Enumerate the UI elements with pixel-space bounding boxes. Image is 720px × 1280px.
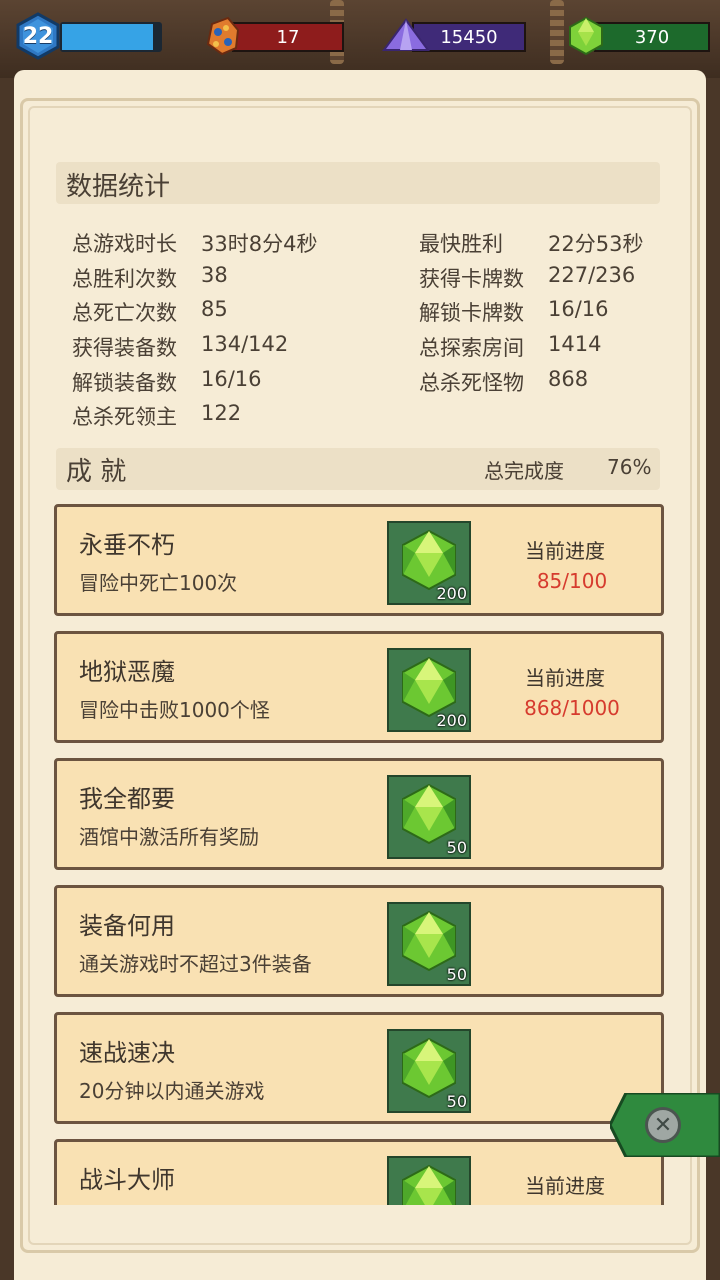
reward-amount: 50 xyxy=(446,1092,467,1111)
reward-amount: 50 xyxy=(446,965,467,984)
progress-label: 当前进度 xyxy=(525,666,605,690)
reward-box: 50 xyxy=(387,902,471,986)
reward-box: 50 xyxy=(387,775,471,859)
green-gem-icon xyxy=(402,783,456,845)
stat-label: 解锁装备数 xyxy=(72,371,177,395)
achievement-card[interactable]: 永垂不朽冒险中死亡100次 200 当前进度 85/100 xyxy=(54,504,664,616)
achievement-desc: 通关游戏时不超过3件装备 xyxy=(79,952,312,976)
reward-box: 200 xyxy=(387,648,471,732)
achievement-card[interactable]: 地狱恶魔冒险中击败1000个怪 200 当前进度 868/1000 xyxy=(54,631,664,743)
stat-label: 总探索房间 xyxy=(419,336,524,360)
crystal-count: 15450 xyxy=(440,26,498,48)
achievement-desc: 冒险中死亡100次 xyxy=(79,571,238,595)
progress-label: 当前进度 xyxy=(525,539,605,563)
gem-counter: 370 xyxy=(594,22,710,52)
stat-label: 获得卡牌数 xyxy=(419,267,524,291)
achievement-title: 战斗大师 xyxy=(79,1166,175,1194)
achievements-header-bar xyxy=(56,448,660,490)
reward-amount: 200 xyxy=(436,711,467,730)
completion-label: 总完成度 xyxy=(484,459,564,483)
achievement-desc: 冒险中击败1000个怪 xyxy=(79,698,270,722)
achievements-title: 成 就 xyxy=(66,457,127,487)
progress-label: 当前进度 xyxy=(525,1174,605,1198)
green-gem-icon xyxy=(402,529,456,591)
stat-value: 33时8分4秒 xyxy=(201,232,318,256)
green-gem-icon xyxy=(402,910,456,972)
green-gem-icon xyxy=(402,1164,456,1205)
achievement-title: 永垂不朽 xyxy=(79,531,175,559)
stat-value: 85 xyxy=(201,297,228,321)
reward-box: 50 xyxy=(387,1029,471,1113)
achievement-card[interactable]: 我全都要酒馆中激活所有奖励 50 xyxy=(54,758,664,870)
progress-value: 85/100 xyxy=(536,569,608,593)
green-gem-icon xyxy=(402,1037,456,1099)
stat-value: 38 xyxy=(201,263,228,287)
stat-value: 122 xyxy=(201,401,242,425)
completion-value: 76% xyxy=(607,455,652,479)
green-gem-icon xyxy=(569,16,603,56)
stat-value: 227/236 xyxy=(548,263,636,287)
green-gem-icon xyxy=(402,656,456,718)
xp-bar xyxy=(60,22,162,52)
stat-label: 总游戏时长 xyxy=(72,232,177,256)
achievement-title: 速战速决 xyxy=(79,1039,175,1067)
reward-amount: 50 xyxy=(446,838,467,857)
ore-icon xyxy=(206,16,240,56)
stat-value: 134/142 xyxy=(201,332,289,356)
gem-count: 370 xyxy=(634,26,670,48)
purple-crystal-icon xyxy=(382,18,430,51)
stat-label: 获得装备数 xyxy=(72,336,177,360)
chain-decoration xyxy=(550,0,564,64)
stats-title: 数据统计 xyxy=(66,172,171,202)
reward-box xyxy=(387,1156,471,1205)
ore-count: 17 xyxy=(276,26,300,48)
stat-label: 最快胜利 xyxy=(419,232,503,256)
achievement-title: 我全都要 xyxy=(79,785,175,813)
stat-label: 总杀死怪物 xyxy=(419,371,524,395)
achievement-title: 地狱恶魔 xyxy=(79,658,175,686)
ore-counter: 17 xyxy=(232,22,344,52)
stat-label: 解锁卡牌数 xyxy=(419,301,524,325)
stat-value: 16/16 xyxy=(548,297,609,321)
stat-label: 总死亡次数 xyxy=(72,301,177,325)
stat-value: 1414 xyxy=(548,332,602,356)
achievement-title: 装备何用 xyxy=(79,912,175,940)
close-icon[interactable]: ✕ xyxy=(645,1107,681,1143)
achievement-card[interactable]: 装备何用通关游戏时不超过3件装备 50 xyxy=(54,885,664,997)
achievement-desc: 20分钟以内通关游戏 xyxy=(79,1079,265,1103)
stat-label: 总杀死领主 xyxy=(72,405,177,429)
stat-value: 22分53秒 xyxy=(548,232,644,256)
stat-value: 16/16 xyxy=(201,367,262,391)
achievement-desc: 酒馆中激活所有奖励 xyxy=(79,825,259,849)
reward-box: 200 xyxy=(387,521,471,605)
reward-amount: 200 xyxy=(436,584,467,603)
achievement-card[interactable]: 战斗大师 当前进度 xyxy=(54,1139,664,1205)
progress-value: 868/1000 xyxy=(524,696,620,720)
player-level: 22 xyxy=(22,23,54,49)
stat-value: 868 xyxy=(548,367,589,391)
xp-fill xyxy=(62,24,154,50)
achievement-card[interactable]: 速战速决 20分钟以内通关游戏 50 xyxy=(54,1012,664,1124)
stat-label: 总胜利次数 xyxy=(72,267,177,291)
